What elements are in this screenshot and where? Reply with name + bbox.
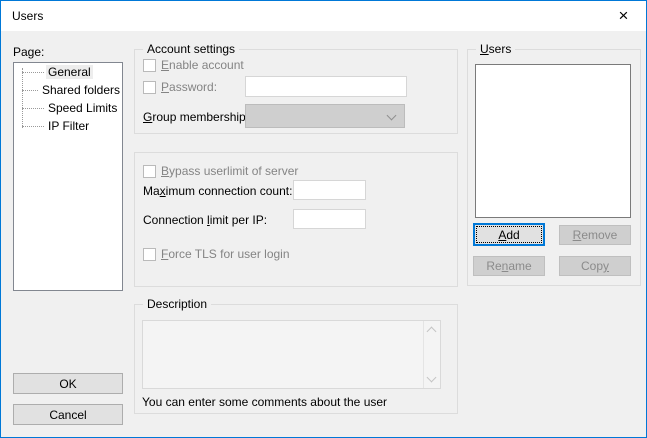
- group-membership-combobox: [245, 104, 405, 128]
- ip-limit-label: Connection limit per IP:: [143, 213, 267, 227]
- password-input: [245, 76, 407, 97]
- description-hint: You can enter some comments about the us…: [142, 395, 387, 409]
- bypass-userlimit-label: Bypass userlimit of server: [161, 164, 298, 178]
- max-connections-input: [293, 180, 366, 200]
- password-label: Password:: [161, 80, 217, 94]
- window-title: Users: [12, 1, 43, 31]
- tree-item-label: General: [46, 65, 93, 79]
- description-scrollbar: [423, 321, 440, 388]
- remove-button: Remove: [559, 225, 631, 245]
- copy-button: Copy: [559, 256, 631, 276]
- cancel-button[interactable]: Cancel: [13, 404, 123, 425]
- rename-button: Rename: [473, 256, 545, 276]
- enable-account-checkbox: [143, 59, 156, 72]
- tree-item-shared-folders[interactable]: Shared folders: [14, 81, 122, 99]
- users-group-title: Users: [476, 42, 515, 56]
- close-button[interactable]: ×: [601, 1, 646, 30]
- tree-connector: [22, 126, 44, 127]
- chevron-down-icon: [387, 111, 397, 121]
- users-listbox[interactable]: [475, 64, 631, 218]
- tree-item-label: Speed Limits: [46, 101, 119, 115]
- description-value: [143, 321, 440, 325]
- force-tls-label: Force TLS for user login: [161, 247, 290, 261]
- tree-item-label: IP Filter: [46, 119, 91, 133]
- max-connections-label: Maximum connection count:: [143, 184, 292, 198]
- tree-connector: [22, 72, 44, 73]
- enable-account-label: Enable account: [161, 58, 244, 72]
- tree-item-general[interactable]: General: [14, 63, 122, 81]
- page-tree: General Shared folders Speed Limits IP F…: [13, 62, 123, 291]
- tree-item-ip-filter[interactable]: IP Filter: [14, 117, 122, 135]
- scrollbar-down-icon: [427, 373, 437, 383]
- tree-connector: [22, 108, 44, 109]
- force-tls-checkbox: [143, 248, 156, 261]
- add-button[interactable]: Add: [473, 223, 545, 246]
- ip-limit-input: [293, 209, 366, 229]
- description-textarea: [142, 320, 441, 389]
- tree-connector: [22, 90, 38, 91]
- page-label: Page:: [13, 45, 44, 59]
- description-title: Description: [143, 297, 211, 311]
- ok-button[interactable]: OK: [13, 373, 123, 394]
- tree-item-speed-limits[interactable]: Speed Limits: [14, 99, 122, 117]
- tree-item-label: Shared folders: [40, 83, 122, 97]
- close-icon: ×: [619, 7, 629, 24]
- bypass-userlimit-checkbox: [143, 165, 156, 178]
- group-membership-label: Group membership:: [143, 110, 249, 124]
- scrollbar-up-icon: [427, 327, 437, 337]
- titlebar: Users ×: [1, 1, 646, 31]
- password-checkbox: [143, 81, 156, 94]
- users-dialog: Users × Page: General Shared folders Spe…: [0, 0, 647, 438]
- account-settings-title: Account settings: [143, 42, 239, 56]
